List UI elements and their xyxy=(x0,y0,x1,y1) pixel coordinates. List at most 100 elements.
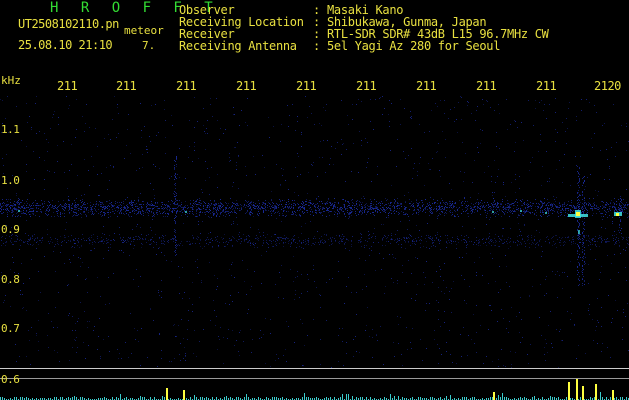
noise-band-speck xyxy=(270,211,271,212)
noise-band-speck xyxy=(601,213,602,214)
noise-band-speck xyxy=(329,211,330,212)
noise-band-speck xyxy=(72,216,73,217)
noise-band-speck xyxy=(308,202,309,203)
noise-speck xyxy=(34,179,35,180)
noise-speck xyxy=(289,115,290,116)
noise-speck xyxy=(229,269,230,270)
noise-band-speck xyxy=(434,208,435,209)
noise-speck xyxy=(592,147,593,148)
noise-band-speck xyxy=(23,242,24,243)
noise-speck xyxy=(440,276,441,277)
noise-speck xyxy=(495,216,496,217)
noise-speck xyxy=(279,272,280,273)
noise-band-speck xyxy=(222,239,223,240)
noise-speck xyxy=(515,179,516,180)
noise-band-speck xyxy=(472,209,473,210)
noise-band-speck xyxy=(182,207,183,208)
noise-band-speck xyxy=(168,206,169,207)
noise-band-speck xyxy=(455,203,456,204)
noise-band-speck xyxy=(127,207,128,208)
noise-speck xyxy=(75,340,76,341)
noise-band-speck xyxy=(370,199,371,200)
noise-speck xyxy=(108,217,109,218)
noise-band-speck xyxy=(147,202,148,203)
noise-band-speck xyxy=(274,208,275,209)
noise-band-speck xyxy=(511,211,512,212)
noise-speck xyxy=(361,145,362,146)
noise-band-speck xyxy=(15,204,16,205)
noise-band-speck xyxy=(241,209,242,210)
noise-band-speck xyxy=(20,216,21,217)
noise-band-speck xyxy=(405,214,406,215)
noise-band-speck xyxy=(342,211,343,212)
noise-band-speck xyxy=(368,211,369,212)
noise-band-speck xyxy=(327,201,328,202)
noise-band-speck xyxy=(124,206,125,207)
noise-band-speck xyxy=(446,202,447,203)
noise-band-speck xyxy=(11,205,12,206)
noise-band-speck xyxy=(405,201,406,202)
noise-band-speck xyxy=(314,244,315,245)
noise-speck xyxy=(375,99,376,100)
noise-speck xyxy=(281,168,282,169)
noise-band-speck xyxy=(341,239,342,240)
noise-speck xyxy=(615,300,616,301)
noise-speck xyxy=(490,217,491,218)
noise-band-speck xyxy=(237,203,238,204)
noise-band-speck xyxy=(414,241,415,242)
noise-band-speck xyxy=(359,212,360,213)
noise-band-speck xyxy=(217,208,218,209)
noise-band-speck xyxy=(458,208,459,209)
noise-speck xyxy=(499,148,500,149)
noise-speck xyxy=(484,172,485,173)
noise-band-speck xyxy=(111,202,112,203)
noise-speck xyxy=(436,271,437,272)
noise-band-speck xyxy=(414,207,415,208)
noise-band-speck xyxy=(39,240,40,241)
noise-band-speck xyxy=(279,199,280,200)
noise-band-speck xyxy=(217,213,218,214)
noise-band-speck xyxy=(91,210,92,211)
noise-band-speck xyxy=(111,240,112,241)
noise-band-speck xyxy=(2,199,3,200)
noise-band-speck xyxy=(467,209,468,210)
noise-band-speck xyxy=(470,208,471,209)
noise-speck xyxy=(539,102,540,103)
noise-band-speck xyxy=(210,213,211,214)
noise-band-speck xyxy=(362,202,363,203)
noise-band-speck xyxy=(374,208,375,209)
noise-band-speck xyxy=(91,207,92,208)
noise-band-speck xyxy=(457,210,458,211)
noise-speck xyxy=(567,276,568,277)
noise-speck xyxy=(405,213,406,214)
noise-band-speck xyxy=(245,213,246,214)
noise-band-speck xyxy=(525,211,526,212)
noise-speck xyxy=(231,264,232,265)
noise-band-speck xyxy=(327,203,328,204)
noise-band-speck xyxy=(488,205,489,206)
noise-band-speck xyxy=(62,213,63,214)
noise-band-speck xyxy=(352,211,353,212)
noise-band-speck xyxy=(198,237,199,238)
noise-band-speck xyxy=(181,215,182,216)
noise-band-speck xyxy=(291,206,292,207)
noise-band-speck xyxy=(581,208,582,209)
noise-band-speck xyxy=(162,208,163,209)
noise-band-speck xyxy=(143,204,144,205)
noise-band-speck xyxy=(205,203,206,204)
noise-band-speck xyxy=(110,212,111,213)
noise-speck xyxy=(607,238,608,239)
noise-band-speck xyxy=(223,238,224,239)
noise-band-speck xyxy=(497,207,498,208)
noise-speck xyxy=(74,339,75,340)
noise-band-speck xyxy=(146,210,147,211)
noise-band-speck xyxy=(501,203,502,204)
noise-speck xyxy=(147,152,148,153)
noise-band-speck xyxy=(84,202,85,203)
noise-band-speck xyxy=(377,209,378,210)
noise-speck xyxy=(391,233,392,234)
noise-band-speck xyxy=(299,246,300,247)
noise-speck xyxy=(31,127,32,128)
noise-band-speck xyxy=(502,236,503,237)
noise-band-speck xyxy=(404,237,405,238)
